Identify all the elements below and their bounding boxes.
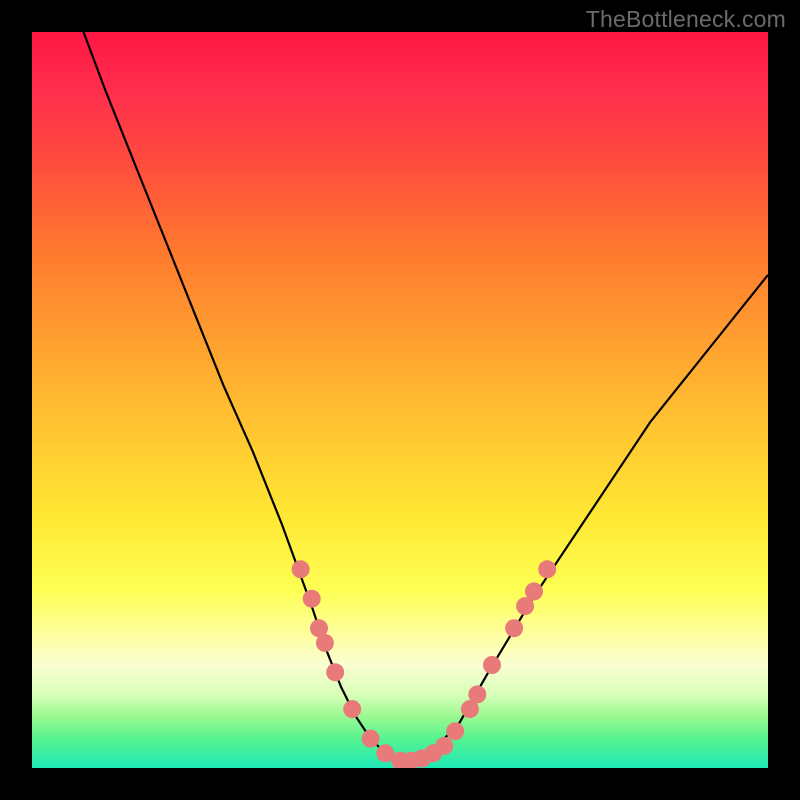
data-markers bbox=[292, 560, 557, 768]
chart-plot-area bbox=[32, 32, 768, 768]
bottleneck-curve bbox=[84, 32, 769, 761]
watermark-text: TheBottleneck.com bbox=[586, 6, 786, 33]
chart-svg bbox=[32, 32, 768, 768]
